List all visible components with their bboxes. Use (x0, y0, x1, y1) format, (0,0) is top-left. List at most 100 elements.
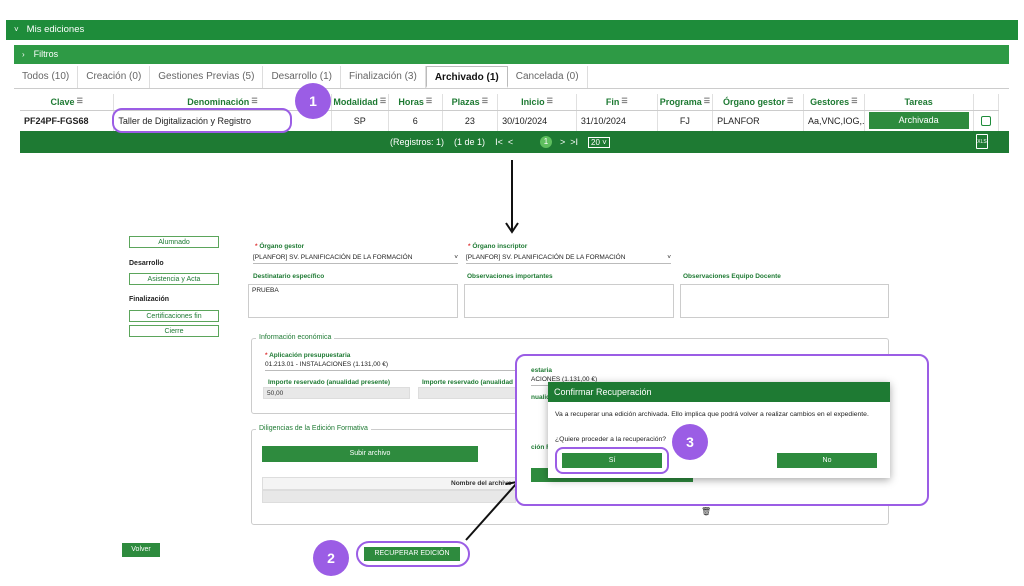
aplicacion-label: * Aplicación presupuestaria (265, 352, 351, 359)
tab-gestiones-previas[interactable]: Gestiones Previas (5) (150, 66, 264, 88)
step-1-badge: 1 (295, 83, 331, 119)
importe-futura-label: Importe reservado (anualidad futur (422, 379, 530, 386)
volver-button[interactable]: Volver (122, 543, 160, 557)
cell-modalidad: SP (331, 110, 390, 131)
col-clave[interactable]: Clave ☰ (20, 94, 115, 111)
col-fin[interactable]: Fin ☰ (576, 94, 658, 111)
organo-inscriptor-label: * Órgano inscriptor (468, 243, 528, 250)
pagination-bar: (Registros: 1) (1 de 1) I< < 1 > >I 20 ˅ (20, 131, 1009, 153)
row-checkbox[interactable] (980, 115, 991, 126)
certificaciones-button[interactable]: Certificaciones fin (129, 310, 219, 322)
tab-archivado[interactable]: Archivado (1) (425, 66, 508, 88)
subir-archivo-button[interactable]: Subir archivo (262, 446, 478, 462)
diagonal-arrow-icon (465, 480, 519, 541)
tab-desarrollo[interactable]: Desarrollo (1) (263, 66, 342, 88)
status-tabs: Todos (10) Creación (0) Gestiones Previa… (14, 66, 588, 88)
filter-icon[interactable]: ☰ (482, 97, 488, 105)
filter-icon[interactable]: ☰ (851, 97, 857, 105)
organo-gestor-select[interactable]: [PLANFOR] SV. PLANIFICACIÓN DE LA FORMAC… (253, 254, 458, 261)
filter-icon[interactable]: ☰ (426, 97, 432, 105)
tab-todos[interactable]: Todos (10) (14, 66, 79, 88)
col-gestores[interactable]: Gestores ☰ (803, 94, 865, 111)
pager-info: (Registros: 1) (1 de 1) I< < (390, 137, 514, 147)
dialog-question: ¿Quiere proceder a la recuperación? (555, 436, 667, 443)
mis-ediciones-header[interactable]: ˅ Mis ediciones (6, 20, 1018, 40)
delete-file-icon[interactable]: 🗑 (701, 507, 711, 516)
destinatario-label: Destinatario específico (253, 273, 325, 280)
highlight-yes (555, 447, 669, 474)
step-3-badge: 3 (672, 424, 708, 460)
col-horas[interactable]: Horas ☰ (388, 94, 443, 111)
cell-programa: FJ (657, 110, 714, 131)
tab-finalizacion[interactable]: Finalización (3) (341, 66, 426, 88)
page-size-select[interactable]: 20 ˅ (588, 137, 610, 148)
step-2-badge: 2 (313, 540, 349, 576)
tab-cancelada[interactable]: Cancelada (0) (508, 66, 588, 88)
filter-icon[interactable]: ☰ (547, 97, 553, 105)
highlight-denominacion (112, 108, 292, 133)
tabs-divider (14, 88, 1009, 89)
highlight-recuperar (356, 541, 470, 567)
filter-icon[interactable]: ☰ (621, 97, 627, 105)
organo-gestor-label: * Órgano gestor (255, 243, 305, 250)
importe-presente-label: Importe reservado (anualidad presente) (268, 379, 391, 386)
filtros-label: Filtros (33, 49, 59, 59)
aplicacion-underline (265, 370, 515, 371)
observaciones-equipo-label: Observaciones Equipo Docente (683, 273, 781, 280)
page-1-button[interactable]: 1 (540, 136, 552, 148)
next-page-icons[interactable]: > >I (560, 131, 578, 153)
observaciones-textarea[interactable] (464, 284, 674, 318)
prev-page-icon[interactable]: < (508, 137, 513, 147)
cell-inicio: 30/10/2024 (497, 110, 577, 131)
diligencias-legend: Diligencias de la Edición Formativa (256, 425, 371, 432)
cell-plazas: 23 (442, 110, 499, 131)
filter-icon[interactable]: ☰ (380, 97, 386, 105)
asistencia-button[interactable]: Asistencia y Acta (129, 273, 219, 285)
info-economica-legend: Información económica (256, 334, 335, 341)
observaciones-label: Observaciones importantes (467, 273, 553, 280)
desarrollo-heading: Desarrollo (129, 260, 164, 267)
no-button[interactable]: No (777, 453, 877, 468)
chevron-right-icon: › (22, 50, 25, 59)
col-plazas[interactable]: Plazas ☰ (442, 94, 499, 111)
down-arrow-icon (505, 160, 519, 234)
organo-inscriptor-underline (466, 263, 671, 264)
filter-icon[interactable]: ☰ (77, 97, 83, 105)
importe-futura-input[interactable] (418, 387, 518, 399)
cell-fin: 31/10/2024 (576, 110, 658, 131)
finalizacion-heading: Finalización (129, 296, 170, 303)
cierre-button[interactable]: Cierre (129, 325, 219, 337)
alumnado-button[interactable]: Alumnado (129, 236, 219, 248)
destinatario-textarea[interactable]: PRUEBA (248, 284, 458, 318)
mis-ediciones-title: Mis ediciones (26, 24, 85, 35)
col-modalidad[interactable]: Modalidad ☰ (331, 94, 390, 111)
filter-icon[interactable]: ☰ (787, 97, 793, 105)
col-select (973, 94, 1000, 111)
cell-clave: PF24PF-FGS68 (20, 110, 115, 131)
filtros-toggle[interactable]: › Filtros (14, 45, 1009, 64)
col-organo-gestor[interactable]: Órgano gestor ☰ (712, 94, 805, 111)
col-programa[interactable]: Programa ☰ (657, 94, 714, 111)
dialog-message: Va a recuperar una edición archivada. El… (555, 411, 869, 418)
filter-icon[interactable]: ☰ (251, 97, 257, 105)
cell-tareas: Archivada (864, 110, 974, 131)
cell-gestores: Aa,VNC,IOG,... (803, 110, 865, 131)
cell-select (973, 110, 1000, 131)
tab-creacion[interactable]: Creación (0) (78, 66, 151, 88)
filter-icon[interactable]: ☰ (704, 97, 710, 105)
cell-organo: PLANFOR (712, 110, 805, 131)
export-excel-icon[interactable]: XLS (976, 134, 988, 149)
cell-horas: 6 (388, 110, 443, 131)
col-tareas: Tareas (864, 94, 974, 111)
col-inicio[interactable]: Inicio ☰ (497, 94, 577, 111)
callout-label-1: estaria (531, 367, 552, 374)
importe-presente-input[interactable]: 50,00 (263, 387, 410, 399)
aplicacion-select[interactable]: 01.213.01 - INSTALACIONES (1.131,00 €) (265, 361, 388, 368)
archivada-button[interactable]: Archivada (868, 112, 969, 130)
organo-inscriptor-select[interactable]: [PLANFOR] SV. PLANIFICACIÓN DE LA FORMAC… (466, 254, 671, 261)
organo-gestor-underline (253, 263, 458, 264)
dialog-title: Confirmar Recuperación (548, 382, 890, 402)
observaciones-equipo-textarea[interactable] (680, 284, 889, 318)
first-page-icon[interactable]: I< (495, 137, 503, 147)
chevron-down-icon: ˅ (14, 25, 19, 34)
